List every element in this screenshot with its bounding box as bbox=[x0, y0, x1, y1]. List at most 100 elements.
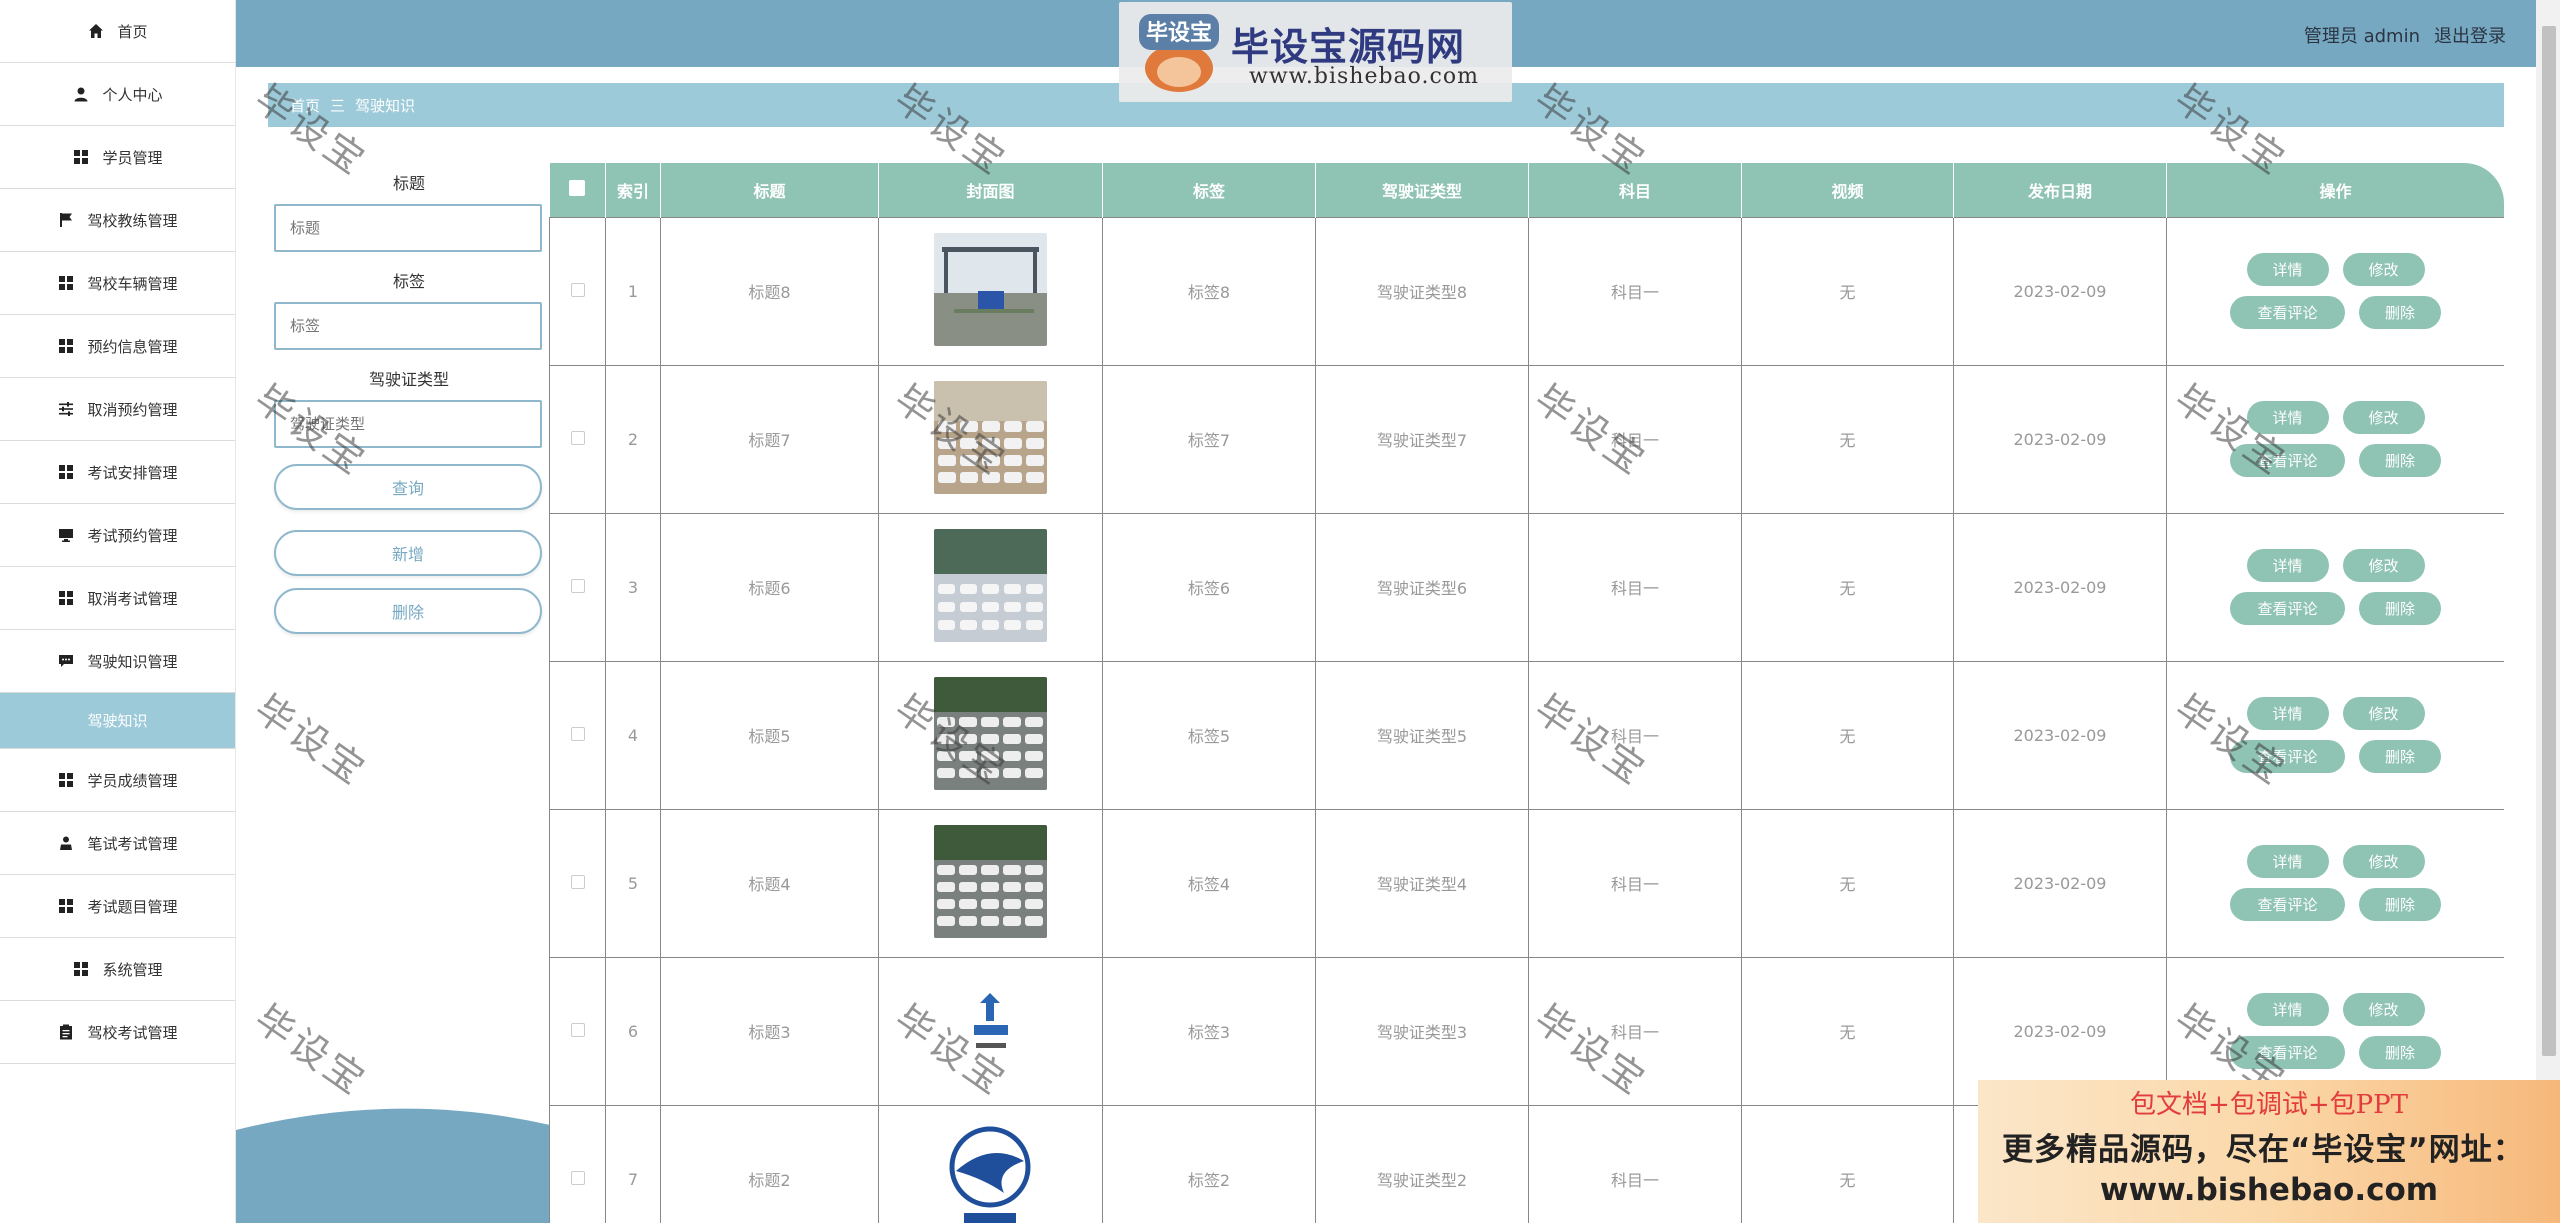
publish-date-cell: 2023-02-09 bbox=[1953, 364, 2167, 514]
query-button[interactable]: 查询 bbox=[274, 464, 542, 510]
edit-button[interactable]: 修改 bbox=[2342, 845, 2425, 878]
row-checkbox[interactable] bbox=[570, 578, 585, 593]
edit-button[interactable]: 修改 bbox=[2342, 697, 2425, 730]
scrollbar-thumb[interactable] bbox=[2542, 26, 2556, 1056]
column-header: 科目 bbox=[1528, 163, 1742, 217]
logout-link[interactable]: 退出登录 bbox=[2434, 22, 2506, 48]
publish-date-cell: 2023-02-09 bbox=[1953, 808, 2167, 958]
sidebar-item-knowledge-admin[interactable]: 驾驶知识管理 bbox=[0, 630, 235, 693]
delete-button[interactable]: 删除 bbox=[2359, 592, 2441, 625]
cover-image[interactable] bbox=[934, 824, 1047, 938]
table-row: 3 标题6 标签6 驾驶证类型6 科目一 无 2023-02-09 详情 修改 … bbox=[549, 512, 2504, 662]
sidebar-item-vehicles[interactable]: 驾校车辆管理 bbox=[0, 252, 235, 315]
tag-cell: 标签3 bbox=[1102, 956, 1316, 1106]
license-type-cell: 驾驶证类型3 bbox=[1315, 956, 1529, 1106]
title-input[interactable] bbox=[290, 219, 540, 237]
sidebar-item-exam-schedule[interactable]: 考试安排管理 bbox=[0, 441, 235, 504]
sidebar-item-school-exams[interactable]: 驾校考试管理 bbox=[0, 1001, 235, 1064]
delete-button[interactable]: 删除 bbox=[2359, 888, 2441, 921]
edit-button[interactable]: 修改 bbox=[2342, 993, 2425, 1026]
cover-image[interactable] bbox=[934, 232, 1047, 346]
delete-button[interactable]: 删除 bbox=[2359, 296, 2441, 329]
license-type-cell: 驾驶证类型5 bbox=[1315, 660, 1529, 810]
sidebar-item-label: 学员管理 bbox=[102, 148, 163, 167]
subject-cell: 科目一 bbox=[1528, 512, 1742, 662]
cover-image[interactable] bbox=[934, 528, 1047, 642]
sidebar-item-driving-knowledge[interactable]: 驾驶知识 bbox=[0, 693, 235, 749]
edit-button[interactable]: 修改 bbox=[2342, 549, 2425, 582]
delete-button[interactable]: 删除 bbox=[2359, 740, 2441, 773]
ad-banner[interactable]: 包文档+包调试+包PPT 更多精品源码，尽在“毕设宝”网址： www.bishe… bbox=[1978, 1080, 2560, 1223]
row-checkbox[interactable] bbox=[570, 1022, 585, 1037]
row-checkbox[interactable] bbox=[570, 874, 585, 889]
select-all-header[interactable] bbox=[549, 163, 606, 217]
person-icon bbox=[57, 834, 75, 852]
detail-button[interactable]: 详情 bbox=[2246, 549, 2329, 582]
row-checkbox[interactable] bbox=[570, 282, 585, 297]
sidebar-item-scores[interactable]: 学员成绩管理 bbox=[0, 749, 235, 812]
edit-button[interactable]: 修改 bbox=[2342, 401, 2425, 434]
tag-input[interactable] bbox=[290, 317, 540, 335]
index-cell: 5 bbox=[605, 808, 661, 958]
sidebar-item-coaches[interactable]: 驾校教练管理 bbox=[0, 189, 235, 252]
title-field[interactable] bbox=[274, 204, 542, 252]
cover-image[interactable] bbox=[934, 380, 1047, 494]
license-type-field[interactable] bbox=[274, 400, 542, 448]
detail-button[interactable]: 详情 bbox=[2246, 845, 2329, 878]
sidebar-item-label: 考试安排管理 bbox=[87, 463, 178, 482]
sidebar-item-cancel-reservations[interactable]: 取消预约管理 bbox=[0, 378, 235, 441]
video-cell: 无 bbox=[1741, 808, 1954, 958]
detail-button[interactable]: 详情 bbox=[2246, 993, 2329, 1026]
row-select-cell[interactable] bbox=[549, 660, 606, 810]
row-select-cell[interactable] bbox=[549, 512, 606, 662]
tag-field[interactable] bbox=[274, 302, 542, 350]
view-comments-button[interactable]: 查看评论 bbox=[2230, 592, 2345, 625]
add-button[interactable]: 新增 bbox=[274, 530, 542, 576]
cover-image[interactable] bbox=[934, 676, 1047, 790]
sidebar-item-system[interactable]: 系统管理 bbox=[0, 938, 235, 1001]
subject-cell: 科目一 bbox=[1528, 660, 1742, 810]
detail-button[interactable]: 详情 bbox=[2246, 697, 2329, 730]
sidebar-item-label: 个人中心 bbox=[102, 85, 163, 104]
detail-button[interactable]: 详情 bbox=[2246, 253, 2329, 286]
detail-button[interactable]: 详情 bbox=[2246, 401, 2329, 434]
view-comments-button[interactable]: 查看评论 bbox=[2230, 888, 2345, 921]
table-body: 1 标题8 标签8 驾驶证类型8 科目一 无 2023-02-09 详情 修改 … bbox=[549, 216, 2504, 1223]
row-checkbox[interactable] bbox=[570, 430, 585, 445]
row-select-cell[interactable] bbox=[549, 364, 606, 514]
grid-icon bbox=[57, 771, 75, 789]
row-select-cell[interactable] bbox=[549, 808, 606, 958]
row-select-cell[interactable] bbox=[549, 216, 606, 366]
mascot-logo-icon: 毕设宝 bbox=[1139, 14, 1219, 92]
license-type-input[interactable] bbox=[290, 415, 540, 433]
cover-image[interactable] bbox=[934, 1120, 1047, 1223]
row-select-cell[interactable] bbox=[549, 956, 606, 1106]
sidebar-item-home[interactable]: 首页 bbox=[0, 0, 235, 63]
page-scrollbar[interactable] bbox=[2536, 0, 2560, 1223]
row-checkbox[interactable] bbox=[570, 1170, 585, 1185]
ad-line-3: www.bishebao.com bbox=[2099, 1172, 2439, 1208]
sidebar-item-questions[interactable]: 考试题目管理 bbox=[0, 875, 235, 938]
tag-cell: 标签8 bbox=[1102, 216, 1316, 366]
edit-button[interactable]: 修改 bbox=[2342, 253, 2425, 286]
breadcrumb-home[interactable]: 首页 bbox=[290, 95, 320, 116]
bulk-delete-button[interactable]: 删除 bbox=[274, 588, 542, 634]
sidebar-item-exam-booking[interactable]: 考试预约管理 bbox=[0, 504, 235, 567]
cover-image[interactable] bbox=[934, 972, 1047, 1086]
view-comments-button[interactable]: 查看评论 bbox=[2230, 296, 2345, 329]
view-comments-button[interactable]: 查看评论 bbox=[2230, 740, 2345, 773]
breadcrumb-separator: 三 bbox=[330, 96, 346, 115]
row-select-cell[interactable] bbox=[549, 1104, 606, 1223]
row-checkbox[interactable] bbox=[570, 726, 585, 741]
sidebar-item-profile[interactable]: 个人中心 bbox=[0, 63, 235, 126]
delete-button[interactable]: 删除 bbox=[2359, 1036, 2441, 1069]
sidebar-item-reservations[interactable]: 预约信息管理 bbox=[0, 315, 235, 378]
sidebar-item-written-exams[interactable]: 笔试考试管理 bbox=[0, 812, 235, 875]
view-comments-button[interactable]: 查看评论 bbox=[2230, 1036, 2345, 1069]
select-all-checkbox[interactable] bbox=[569, 179, 586, 196]
delete-button[interactable]: 删除 bbox=[2359, 444, 2441, 477]
sidebar-item-cancel-exams[interactable]: 取消考试管理 bbox=[0, 567, 235, 630]
index-cell: 1 bbox=[605, 216, 661, 366]
sidebar-item-students[interactable]: 学员管理 bbox=[0, 126, 235, 189]
view-comments-button[interactable]: 查看评论 bbox=[2230, 444, 2345, 477]
